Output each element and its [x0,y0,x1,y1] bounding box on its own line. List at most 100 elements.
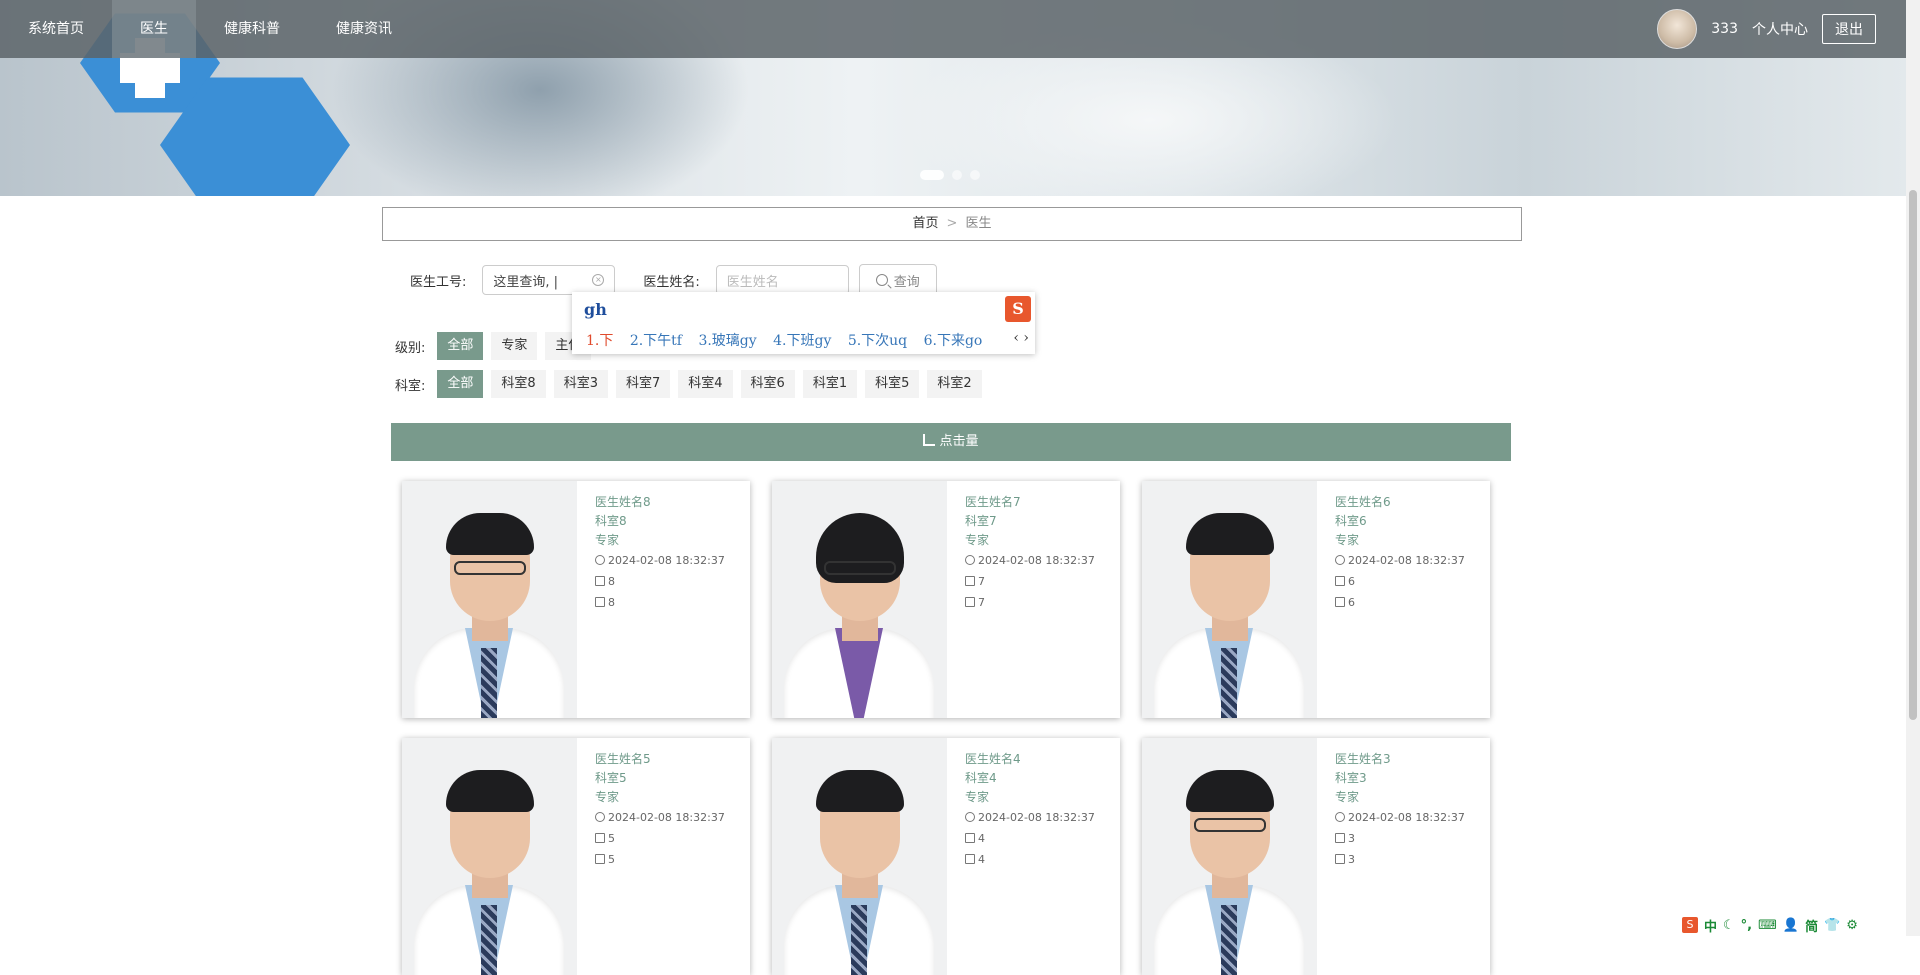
profile-link[interactable]: 个人中心 [1752,19,1808,39]
breadcrumb: 首页 > 医生 [382,207,1522,241]
comment-icon [1335,854,1345,864]
doctor-level: 专家 [1335,533,1360,547]
dept-chip[interactable]: 科室3 [553,370,608,398]
doctor-name[interactable]: 医生姓名8 [595,493,725,512]
user-icon[interactable]: 👤 [1783,918,1799,933]
doctor-likes-row: 4 [965,828,1095,849]
username: 333 [1711,21,1738,37]
doctor-dept: 科室5 [595,771,627,785]
doctor-level: 专家 [595,533,620,547]
doctor-id-label: 医生工号: [410,274,467,290]
clock-icon [965,812,975,822]
top-navbar: 系统首页 医生 健康科普 健康资讯 333 个人中心 退出 [0,0,1906,58]
doctor-likes-row: 8 [595,571,725,592]
doctor-comments: 8 [608,596,615,609]
dept-chip[interactable]: 科室6 [740,370,795,398]
doctor-dept: 科室8 [595,514,627,528]
doctor-name[interactable]: 医生姓名4 [965,750,1095,769]
clock-icon [965,555,975,565]
nav-home[interactable]: 系统首页 [0,0,112,58]
doctor-card[interactable]: 医生姓名3 科室3 专家 2024-02-08 18:32:37 3 3 [1142,738,1490,975]
doctor-info: 医生姓名5 科室5 专家 2024-02-08 18:32:37 5 5 [595,750,725,870]
ime-candidates: 1.下 2.下午tf 3.玻璃gy 4.下班gy 5.下次uq 6.下来go [586,330,994,350]
carousel-dot[interactable] [920,170,944,180]
doctor-card[interactable]: 医生姓名4 科室4 专家 2024-02-08 18:32:37 4 4 [772,738,1120,975]
doctor-time: 2024-02-08 18:32:37 [1348,811,1465,824]
keyboard-icon[interactable]: ⌨ [1758,918,1777,933]
doctor-comments: 5 [608,853,615,866]
doctor-time: 2024-02-08 18:32:37 [978,811,1095,824]
doctor-name[interactable]: 医生姓名6 [1335,493,1465,512]
doctor-likes: 5 [608,832,615,845]
ime-candidate[interactable]: 3.玻璃gy [698,333,756,349]
doctor-card[interactable]: 医生姓名8 科室8 专家 2024-02-08 18:32:37 8 8 [402,481,750,718]
doctor-comments: 7 [978,596,985,609]
nav-health-science[interactable]: 健康科普 [196,0,308,58]
dept-chip[interactable]: 科室2 [927,370,982,398]
doctor-name-placeholder: 医生姓名 [726,274,779,290]
comment-icon [595,854,605,864]
moon-icon[interactable]: ☾ [1723,918,1735,933]
ime-candidate[interactable]: 2.下午tf [630,333,682,349]
thumbs-up-icon [595,833,605,843]
doctor-info: 医生姓名8 科室8 专家 2024-02-08 18:32:37 8 8 [595,493,725,613]
carousel-dot[interactable] [952,170,962,180]
doctor-dept: 科室4 [965,771,997,785]
bar-chart-icon [923,434,936,446]
sort-by-clicks-bar[interactable]: 点击量 [391,423,1511,461]
ime-candidate[interactable]: 1.下 [586,333,613,349]
skin-icon[interactable]: 👕 [1824,918,1840,933]
level-chip-all[interactable]: 全部 [437,332,484,360]
doctor-card[interactable]: 医生姓名7 科室7 专家 2024-02-08 18:32:37 7 7 [772,481,1120,718]
comment-icon [595,597,605,607]
dept-chip[interactable]: 科室4 [678,370,733,398]
doctor-likes: 3 [1348,832,1355,845]
thumbs-up-icon [965,833,975,843]
page-scrollbar[interactable] [1906,0,1920,936]
doctor-comments-row: 8 [595,592,725,613]
ime-status-bar: S 中 ☾ °, ⌨ 👤 简 👕 ⚙ [1682,916,1894,935]
breadcrumb-home[interactable]: 首页 [913,216,939,231]
logout-button[interactable]: 退出 [1822,14,1876,44]
punctuation-icon[interactable]: °, [1741,918,1752,933]
doctor-card[interactable]: 医生姓名6 科室6 专家 2024-02-08 18:32:37 6 6 [1142,481,1490,718]
dept-chip[interactable]: 科室7 [615,370,671,398]
simplified-icon[interactable]: 简 [1805,916,1818,935]
nav-health-news[interactable]: 健康资讯 [308,0,420,58]
carousel-dot[interactable] [970,170,980,180]
thumbs-up-icon [1335,833,1345,843]
thumbs-up-icon [595,576,605,586]
ime-candidate[interactable]: 5.下次uq [848,333,907,349]
doctor-name[interactable]: 医生姓名7 [965,493,1095,512]
doctor-id-input[interactable]: 这里查询, | × [482,265,616,295]
dept-chip[interactable]: 科室1 [802,370,858,398]
ime-mode-icon[interactable]: 中 [1704,916,1717,935]
doctor-likes: 6 [1348,575,1355,588]
ime-candidate[interactable]: 6.下来go [924,333,983,349]
section-title: 点击量 [939,434,979,449]
doctor-comments-row: 5 [595,849,725,870]
dept-chip[interactable]: 科室5 [865,370,920,398]
carousel-indicators[interactable] [920,170,980,180]
doctor-name[interactable]: 医生姓名5 [595,750,725,769]
clear-icon[interactable]: × [592,274,605,286]
ime-candidate[interactable]: 4.下班gy [773,333,831,349]
settings-icon[interactable]: ⚙ [1846,918,1858,933]
dept-chip[interactable]: 全部 [437,370,484,398]
doctor-card[interactable]: 医生姓名5 科室5 专家 2024-02-08 18:32:37 5 5 [402,738,750,975]
search-icon [875,274,888,286]
doctor-time: 2024-02-08 18:32:37 [608,554,725,567]
dept-chip[interactable]: 科室8 [491,370,546,398]
doctor-dept: 科室6 [1335,514,1367,528]
level-chip-expert[interactable]: 专家 [491,332,538,360]
scrollbar-thumb[interactable] [1909,190,1917,720]
doctor-time: 2024-02-08 18:32:37 [1348,554,1465,567]
doctor-card-grid: 医生姓名8 科室8 专家 2024-02-08 18:32:37 8 8 医生姓… [402,481,1492,975]
doctor-time-row: 2024-02-08 18:32:37 [595,807,725,828]
ime-logo-icon[interactable]: S [1682,917,1698,933]
avatar[interactable] [1657,9,1698,49]
ime-page-arrows-icon[interactable]: ‹ › [1013,330,1029,346]
nav-doctor[interactable]: 医生 [112,0,196,58]
doctor-name-input[interactable]: 医生姓名 [715,265,849,295]
doctor-name[interactable]: 医生姓名3 [1335,750,1465,769]
